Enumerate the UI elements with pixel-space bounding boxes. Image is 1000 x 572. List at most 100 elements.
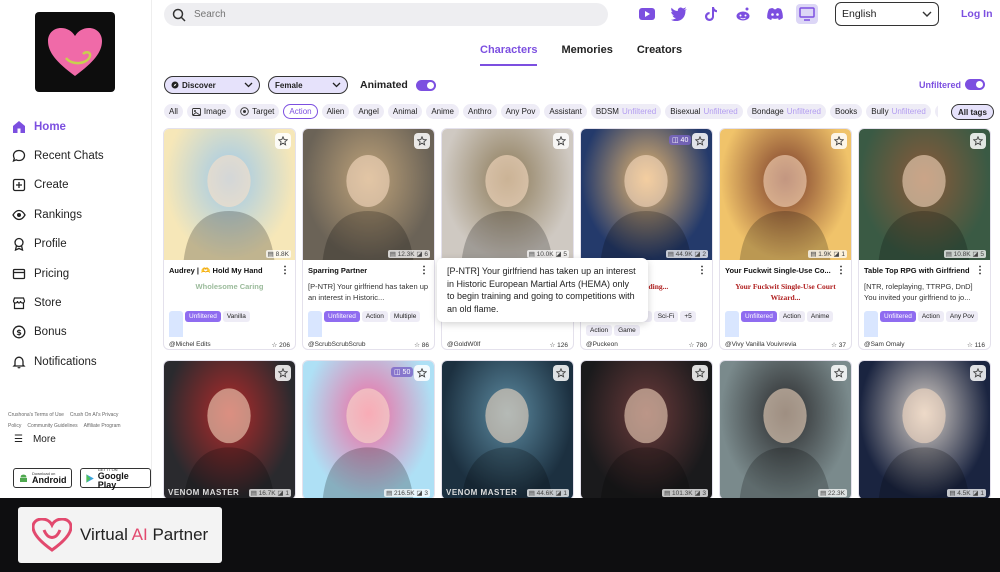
character-card[interactable]: ▤ 12.3K ◪ 6 Sparring Partner ⋮ [P-NTR] Your… [302,128,435,350]
more-button[interactable]: ☰ More [14,434,56,445]
card-tag[interactable]: Action [778,311,805,322]
more-options-icon[interactable]: ⋮ [697,265,707,276]
favorite-button[interactable] [414,365,430,381]
language-select[interactable]: English [835,2,939,26]
character-image[interactable]: ▤ 12.3K ◪ 6 [303,129,434,260]
character-image[interactable]: VENOM MASTER ▤ 16.7K ◪ 1 [164,361,295,499]
twitter-link[interactable] [668,4,690,24]
animated-toggle[interactable] [415,79,436,91]
character-card[interactable]: ▤ 10.8K ◪ 5 Table Top RPG with Girlfriend… [858,128,991,350]
tiktok-link[interactable] [700,4,722,24]
card-tag[interactable]: Vanilla [222,311,250,322]
favorite-button[interactable] [414,133,430,149]
card-tag[interactable]: Anime [806,311,834,322]
tag-alien[interactable]: Alien [321,104,350,119]
tag-bondage[interactable]: Bondage Unfiltered [746,104,826,119]
card-tag[interactable]: Unfiltered [741,311,777,322]
card-author[interactable]: @Puckeon [586,341,618,349]
favorite-button[interactable] [275,365,291,381]
app-logo[interactable] [35,12,115,92]
sidebar-item-store[interactable]: Store [12,288,150,317]
login-link[interactable]: Log In [961,8,993,20]
character-image[interactable]: VENOM MASTER ▤ 44.6K ◪ 1 [442,361,573,499]
card-tag[interactable]: Unfiltered [880,311,916,322]
tab-creators[interactable]: Creators [637,44,682,66]
character-card[interactable]: VENOM MASTER ▤ 44.6K ◪ 1 [441,360,574,500]
legal-link[interactable]: Community Guidelines [27,423,77,429]
card-author[interactable]: @Michel Edits [169,341,211,349]
card-author[interactable]: @Vivy Vanilla Vouivrevia [725,341,796,349]
search-input[interactable] [194,9,574,20]
discover-select[interactable]: Discover [164,76,260,94]
more-options-icon[interactable]: ⋮ [836,265,846,276]
youtube-link[interactable] [636,4,658,24]
sidebar-item-pricing[interactable]: Pricing [12,259,150,288]
character-card[interactable]: ▤ 101.3K ◪ 3 [580,360,713,500]
favorite-button[interactable] [553,133,569,149]
character-image[interactable]: ◫ 50 ▤ 216.5K ◪ 3 [303,361,434,499]
tab-memories[interactable]: Memories [561,44,612,66]
card-tag[interactable]: Action [361,311,388,322]
tag-anime[interactable]: Anime [426,104,459,119]
character-card[interactable]: ▤ 22.3K [719,360,852,500]
tag-all[interactable]: All [164,104,183,119]
more-options-icon[interactable]: ⋮ [280,265,290,276]
tag-bisexual[interactable]: Bisexual Unfiltered [665,104,743,119]
character-card[interactable]: ▤ 1.9K ◪ 1 Your Fuckwit Single-Use Co... ⋮… [719,128,852,350]
character-image[interactable]: ▤ 10.8K ◪ 5 [859,129,990,260]
sidebar-item-rankings[interactable]: Rankings [12,200,150,229]
character-image[interactable]: ▤ 101.3K ◪ 3 [581,361,712,499]
card-author[interactable]: @ScrubScrubScrub [308,341,366,349]
store-button-android[interactable]: Download on Android [13,468,72,488]
tag-angel[interactable]: Angel [353,104,384,119]
character-image[interactable]: ▤ 10.0K ◪ 5 [442,129,573,260]
search-bar[interactable] [164,3,608,26]
desktop-app-link[interactable] [796,4,818,24]
legal-link[interactable]: Affiliate Program [84,423,121,429]
sidebar-item-create[interactable]: Create [12,171,150,200]
favorite-button[interactable] [692,365,708,381]
more-options-icon[interactable]: ⋮ [975,265,985,276]
favorite-button[interactable] [831,133,847,149]
character-card[interactable]: ▤ 4.5K ◪ 1 [858,360,991,500]
tag-any-pov[interactable]: Any Pov [500,104,541,119]
sidebar-item-profile[interactable]: Profile [12,230,150,259]
card-author[interactable]: @GoldW0lf [447,341,480,349]
card-tag[interactable]: Unfiltered [185,311,221,322]
card-author[interactable]: @Sam Omaly [864,341,905,349]
tag-action[interactable]: Action [283,104,318,119]
image-icon[interactable] [864,311,878,337]
image-icon[interactable] [308,311,322,337]
tag-anthro[interactable]: Anthro [463,104,497,119]
sidebar-item-notifications[interactable]: Notifications [12,347,150,376]
favorite-button[interactable] [692,133,708,149]
character-image[interactable]: ▤ 22.3K [720,361,851,499]
image-icon[interactable] [169,311,183,337]
card-tag[interactable]: Game [614,325,640,336]
legal-link[interactable]: Crushona's Terms of Use [8,412,64,418]
sidebar-item-home[interactable]: Home [12,112,150,141]
image-icon[interactable] [725,311,739,337]
card-tag[interactable]: Sci-Fi [653,311,679,322]
sidebar-item-bonus[interactable]: $ Bonus [12,318,150,347]
card-tag[interactable]: Unfiltered [324,311,360,322]
character-card[interactable]: ▤ 8.8K Audrey | 🫶 Hold My Hand ⋮ Wholesome … [163,128,296,350]
favorite-button[interactable] [553,365,569,381]
tag-assistant[interactable]: Assistant [544,104,587,119]
tag-caring[interactable]: Caring [934,104,938,119]
tag-books[interactable]: Books [830,104,863,119]
reddit-link[interactable] [732,4,754,24]
character-card[interactable]: ◫ 50 ▤ 216.5K ◪ 3 [302,360,435,500]
character-image[interactable]: ▤ 4.5K ◪ 1 [859,361,990,499]
store-button-google-play[interactable]: GET IT ON Google Play [79,467,151,489]
tag-image[interactable]: Image [186,104,232,119]
card-tag[interactable]: Action [586,325,613,336]
tag-target[interactable]: Target [235,104,280,119]
more-options-icon[interactable]: ⋮ [419,265,429,276]
character-image[interactable]: ▤ 1.9K ◪ 1 [720,129,851,260]
tab-characters[interactable]: Characters [480,44,538,66]
tag-bully[interactable]: Bully Unfiltered [866,104,931,119]
card-tag[interactable]: Multiple [389,311,421,322]
character-image[interactable]: ▤ 8.8K [164,129,295,260]
favorite-button[interactable] [970,365,986,381]
